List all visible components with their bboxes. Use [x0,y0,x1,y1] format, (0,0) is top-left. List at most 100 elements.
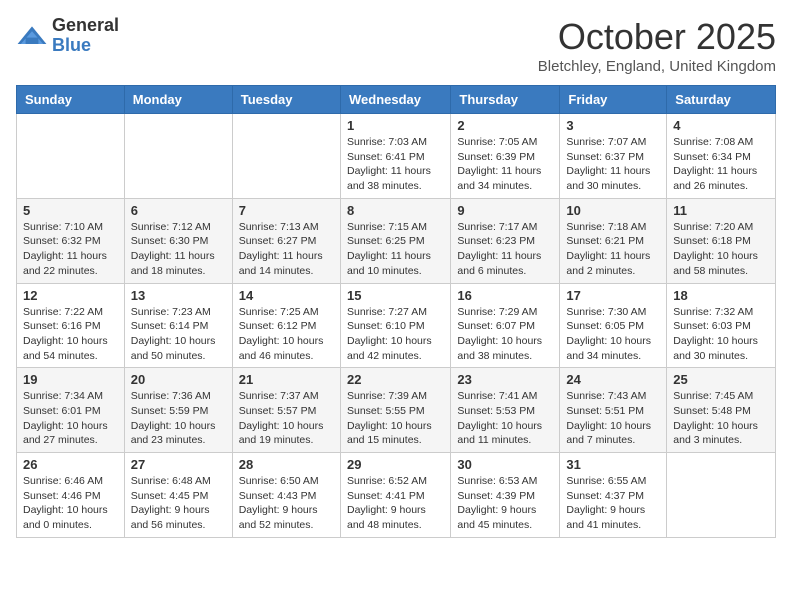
calendar-cell: 26 Sunrise: 6:46 AM Sunset: 4:46 PM Dayli… [17,453,125,538]
calendar-cell: 28Sunrise: 6:50 AM Sunset: 4:43 PM Dayli… [232,453,340,538]
day-info: Sunrise: 7:07 AM Sunset: 6:37 PM Dayligh… [566,135,660,194]
day-info: Sunrise: 6:50 AM Sunset: 4:43 PM Dayligh… [239,474,334,533]
calendar-header-row: SundayMondayTuesdayWednesdayThursdayFrid… [17,86,776,114]
calendar-cell [232,114,340,199]
calendar-cell: 9 Sunrise: 7:17 AM Sunset: 6:23 PM Daylig… [451,198,560,283]
day-info: Sunrise: 7:32 AM Sunset: 6:03 PM Dayligh… [673,305,769,364]
day-info: Sunrise: 7:17 AM Sunset: 6:23 PM Dayligh… [457,220,553,279]
calendar-cell: 12Sunrise: 7:22 AM Sunset: 6:16 PM Dayli… [17,283,125,368]
day-header-wednesday: Wednesday [340,86,450,114]
calendar-cell: 18Sunrise: 7:32 AM Sunset: 6:03 PM Dayli… [667,283,776,368]
calendar-cell: 4Sunrise: 7:08 AM Sunset: 6:34 PM Daylig… [667,114,776,199]
day-info: Sunrise: 7:27 AM Sunset: 6:10 PM Dayligh… [347,305,444,364]
day-number: 25 [673,372,769,387]
calendar-cell: 16 Sunrise: 7:29 AM Sunset: 6:07 PM Dayli… [451,283,560,368]
day-header-thursday: Thursday [451,86,560,114]
day-number: 17 [566,288,660,303]
day-number: 21 [239,372,334,387]
calendar-cell: 13Sunrise: 7:23 AM Sunset: 6:14 PM Dayli… [124,283,232,368]
calendar-body: 1Sunrise: 7:03 AM Sunset: 6:41 PM Daylig… [17,114,776,538]
day-info: Sunrise: 6:55 AM Sunset: 4:37 PM Dayligh… [566,474,660,533]
day-number: 6 [131,203,226,218]
logo-text: General Blue [52,16,119,56]
day-info: Sunrise: 7:20 AM Sunset: 6:18 PM Dayligh… [673,220,769,279]
calendar-cell: 7 Sunrise: 7:13 AM Sunset: 6:27 PM Daylig… [232,198,340,283]
location: Bletchley, England, United Kingdom [538,58,776,75]
calendar-week-row: 26 Sunrise: 6:46 AM Sunset: 4:46 PM Dayli… [17,453,776,538]
day-info: Sunrise: 7:30 AM Sunset: 6:05 PM Dayligh… [566,305,660,364]
calendar-cell: 15 Sunrise: 7:27 AM Sunset: 6:10 PM Dayli… [340,283,450,368]
day-number: 29 [347,457,444,472]
day-info: Sunrise: 6:52 AM Sunset: 4:41 PM Dayligh… [347,474,444,533]
logo-icon [16,20,48,52]
day-number: 19 [23,372,118,387]
calendar-cell: 17 Sunrise: 7:30 AM Sunset: 6:05 PM Dayli… [560,283,667,368]
logo: General Blue [16,16,119,56]
day-number: 16 [457,288,553,303]
calendar-cell: 23 Sunrise: 7:41 AM Sunset: 5:53 PM Dayli… [451,368,560,453]
calendar-cell [17,114,125,199]
day-number: 9 [457,203,553,218]
day-info: Sunrise: 7:41 AM Sunset: 5:53 PM Dayligh… [457,389,553,448]
calendar-cell: 8Sunrise: 7:15 AM Sunset: 6:25 PM Daylig… [340,198,450,283]
day-info: Sunrise: 7:39 AM Sunset: 5:55 PM Dayligh… [347,389,444,448]
calendar-cell: 27 Sunrise: 6:48 AM Sunset: 4:45 PM Dayli… [124,453,232,538]
day-info: Sunrise: 7:34 AM Sunset: 6:01 PM Dayligh… [23,389,118,448]
calendar-cell: 29 Sunrise: 6:52 AM Sunset: 4:41 PM Dayli… [340,453,450,538]
day-info: Sunrise: 7:22 AM Sunset: 6:16 PM Dayligh… [23,305,118,364]
calendar-cell: 21 Sunrise: 7:37 AM Sunset: 5:57 PM Dayli… [232,368,340,453]
calendar-cell: 22Sunrise: 7:39 AM Sunset: 5:55 PM Dayli… [340,368,450,453]
day-number: 8 [347,203,444,218]
day-number: 20 [131,372,226,387]
day-info: Sunrise: 7:29 AM Sunset: 6:07 PM Dayligh… [457,305,553,364]
calendar-cell: 31 Sunrise: 6:55 AM Sunset: 4:37 PM Dayli… [560,453,667,538]
day-info: Sunrise: 7:10 AM Sunset: 6:32 PM Dayligh… [23,220,118,279]
calendar-week-row: 5 Sunrise: 7:10 AM Sunset: 6:32 PM Daylig… [17,198,776,283]
day-info: Sunrise: 7:18 AM Sunset: 6:21 PM Dayligh… [566,220,660,279]
day-header-sunday: Sunday [17,86,125,114]
day-number: 31 [566,457,660,472]
day-number: 2 [457,118,553,133]
calendar-cell [124,114,232,199]
calendar-week-row: 19 Sunrise: 7:34 AM Sunset: 6:01 PM Dayli… [17,368,776,453]
calendar: SundayMondayTuesdayWednesdayThursdayFrid… [16,85,776,538]
day-info: Sunrise: 7:12 AM Sunset: 6:30 PM Dayligh… [131,220,226,279]
day-info: Sunrise: 7:43 AM Sunset: 5:51 PM Dayligh… [566,389,660,448]
day-info: Sunrise: 7:25 AM Sunset: 6:12 PM Dayligh… [239,305,334,364]
day-number: 4 [673,118,769,133]
day-number: 15 [347,288,444,303]
day-number: 30 [457,457,553,472]
calendar-week-row: 12Sunrise: 7:22 AM Sunset: 6:16 PM Dayli… [17,283,776,368]
calendar-cell: 2 Sunrise: 7:05 AM Sunset: 6:39 PM Daylig… [451,114,560,199]
day-number: 3 [566,118,660,133]
day-info: Sunrise: 7:13 AM Sunset: 6:27 PM Dayligh… [239,220,334,279]
calendar-cell: 20 Sunrise: 7:36 AM Sunset: 5:59 PM Dayli… [124,368,232,453]
day-number: 10 [566,203,660,218]
day-header-friday: Friday [560,86,667,114]
day-info: Sunrise: 6:46 AM Sunset: 4:46 PM Dayligh… [23,474,118,533]
calendar-cell: 1Sunrise: 7:03 AM Sunset: 6:41 PM Daylig… [340,114,450,199]
day-number: 27 [131,457,226,472]
calendar-week-row: 1Sunrise: 7:03 AM Sunset: 6:41 PM Daylig… [17,114,776,199]
calendar-cell: 5 Sunrise: 7:10 AM Sunset: 6:32 PM Daylig… [17,198,125,283]
day-info: Sunrise: 7:05 AM Sunset: 6:39 PM Dayligh… [457,135,553,194]
day-number: 23 [457,372,553,387]
month-title: October 2025 [538,16,776,58]
day-info: Sunrise: 7:37 AM Sunset: 5:57 PM Dayligh… [239,389,334,448]
day-number: 24 [566,372,660,387]
day-header-monday: Monday [124,86,232,114]
day-info: Sunrise: 7:45 AM Sunset: 5:48 PM Dayligh… [673,389,769,448]
day-info: Sunrise: 7:36 AM Sunset: 5:59 PM Dayligh… [131,389,226,448]
logo-general: General [52,16,119,36]
day-number: 26 [23,457,118,472]
logo-blue: Blue [52,36,119,56]
day-number: 14 [239,288,334,303]
calendar-cell: 24 Sunrise: 7:43 AM Sunset: 5:51 PM Dayli… [560,368,667,453]
calendar-cell: 25 Sunrise: 7:45 AM Sunset: 5:48 PM Dayli… [667,368,776,453]
calendar-cell: 10 Sunrise: 7:18 AM Sunset: 6:21 PM Dayli… [560,198,667,283]
day-number: 5 [23,203,118,218]
day-info: Sunrise: 6:48 AM Sunset: 4:45 PM Dayligh… [131,474,226,533]
calendar-cell: 30Sunrise: 6:53 AM Sunset: 4:39 PM Dayli… [451,453,560,538]
day-info: Sunrise: 7:23 AM Sunset: 6:14 PM Dayligh… [131,305,226,364]
day-number: 7 [239,203,334,218]
